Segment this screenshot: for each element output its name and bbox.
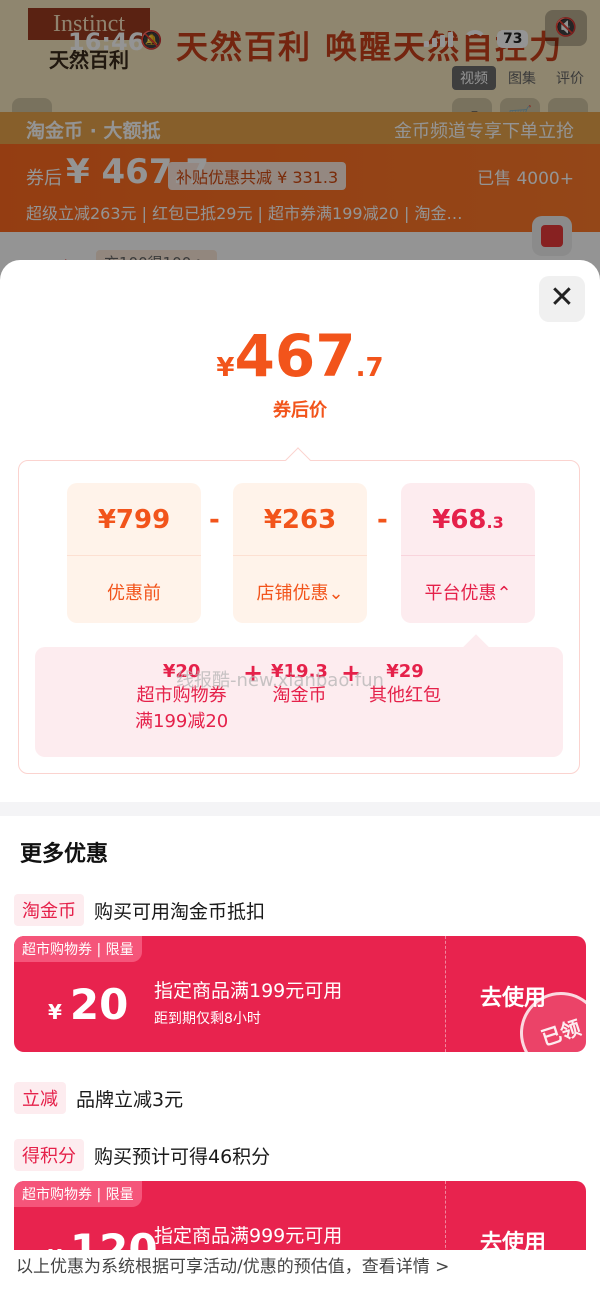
modal-overlay[interactable] (0, 0, 600, 280)
coupon-condition: 指定商品满999元可用 (154, 1225, 343, 1247)
platform-discount-amount: ¥68 (432, 505, 487, 535)
minus-sign: - (209, 505, 220, 535)
platform-discount-decimal: .3 (486, 513, 504, 532)
final-price: ¥467.7 券后价 (0, 322, 600, 422)
offer-row-points: 得积分 购买预计可得46积分 (14, 1139, 270, 1171)
coupon-tag: 超市购物券 | 限量 (14, 936, 142, 962)
coupon-condition: 指定商品满199元可用 (154, 980, 343, 1002)
original-price-card: ¥799 优惠前 (67, 483, 201, 623)
original-price-amount: ¥799 (97, 505, 171, 535)
offer-text: 品牌立减3元 (76, 1088, 184, 1111)
coupon-expiry: 距到期仅剩8小时 (154, 1011, 261, 1027)
offer-tag: 得积分 (14, 1139, 84, 1171)
platform-discount-label: 平台优惠⌃ (424, 583, 512, 604)
coupon-tag: 超市购物券 | 限量 (14, 1181, 142, 1207)
original-price-label: 优惠前 (107, 583, 161, 604)
close-icon[interactable]: ✕ (539, 276, 585, 322)
watermark: 线报酷-new.xianbao.fun (176, 670, 384, 691)
coupon-amount: ¥20 (48, 980, 129, 1029)
store-discount-amount: ¥263 (263, 505, 337, 535)
section-divider (0, 802, 600, 816)
more-offers-title: 更多优惠 (20, 842, 109, 867)
coupon-card: 超市购物券 | 限量 ¥20 指定商品满199元可用 距到期仅剩8小时 去使用 … (14, 936, 586, 1052)
discount-sheet: ✕ ¥467.7 券后价 ¥799 优惠前 - ¥263 店铺优惠⌄ - ¥68… (0, 260, 600, 1303)
platform-discount-card[interactable]: ¥68.3 平台优惠⌃ (401, 483, 535, 623)
final-price-integer: 467 (234, 322, 356, 390)
minus-sign: - (377, 505, 388, 535)
offer-tag: 淘金币 (14, 894, 84, 926)
platform-discount-details: ¥20 超市购物券 满199减20 + ¥19.3 淘金币 + ¥29 其他红包 (35, 634, 563, 757)
offer-tag: 立减 (14, 1082, 66, 1114)
final-price-yen: ¥ (216, 353, 235, 383)
offer-text: 购买预计可得46积分 (94, 1145, 271, 1168)
product-page-background: Instinct 天然百利 天然百利 唤醒天然自控力 16:46 🔕 73 🔇 … (0, 0, 600, 280)
offer-text: 购买可用淘金币抵扣 (94, 900, 266, 923)
store-discount-card[interactable]: ¥263 店铺优惠⌄ (233, 483, 367, 623)
estimate-disclaimer[interactable]: 以上优惠为系统根据可享活动/优惠的预估值，查看详情 > (0, 1250, 600, 1303)
store-discount-label: 店铺优惠⌄ (256, 583, 344, 604)
offer-row-instant-discount: 立减 品牌立减3元 (14, 1082, 183, 1114)
price-breakdown: ¥799 优惠前 - ¥263 店铺优惠⌄ - ¥68.3 平台优惠⌃ ¥20 … (18, 447, 580, 774)
offer-row-taojinbi: 淘金币 购买可用淘金币抵扣 (14, 894, 265, 926)
final-price-decimal: .7 (355, 353, 384, 383)
final-price-label: 券后价 (273, 400, 327, 421)
